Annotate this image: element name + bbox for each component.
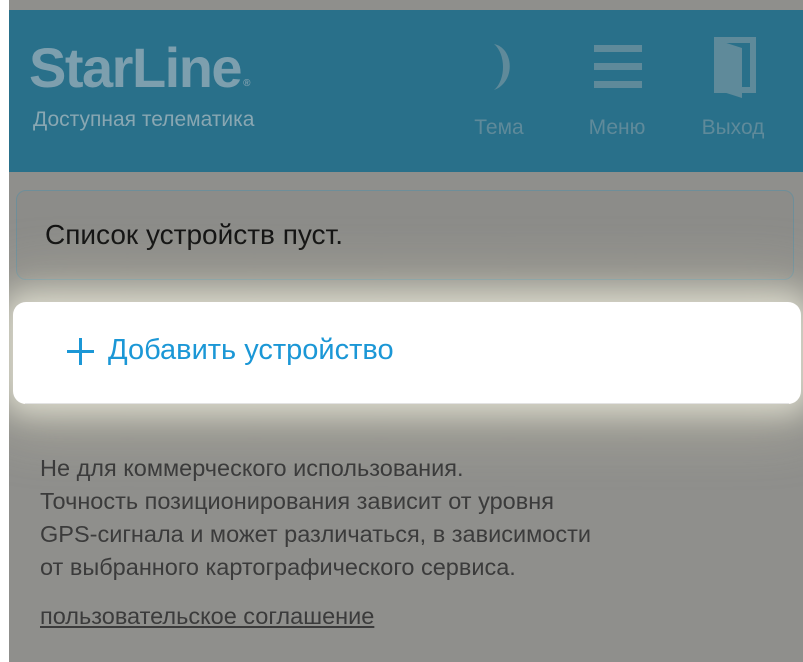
disclaimer-line: от выбранного картографического сервиса.	[40, 554, 516, 580]
exit-label: Выход	[701, 116, 765, 139]
registered-mark: ®	[243, 78, 250, 89]
theme-label: Тема	[474, 116, 524, 139]
hamburger-menu-icon	[594, 45, 642, 88]
door-exit-icon	[714, 37, 756, 98]
menu-button[interactable]: Меню	[572, 28, 662, 148]
empty-list-message: Список устройств пуст.	[45, 219, 344, 250]
disclaimer: Не для коммерческого использования. Точн…	[40, 452, 800, 584]
plus-icon	[67, 338, 94, 365]
add-device-label: Добавить устройство	[108, 334, 394, 366]
menu-label: Меню	[588, 116, 646, 139]
disclaimer-line: GPS-сигнала и может различаться, в завис…	[40, 521, 591, 547]
disclaimer-line: Не для коммерческого использования.	[40, 455, 464, 481]
tagline: Доступная телематика	[33, 108, 255, 131]
device-list-empty: Список устройств пуст.	[16, 190, 794, 280]
theme-button[interactable]: Тема	[454, 28, 544, 148]
app-screen: StarLine ® Доступная телематика Тема Меню…	[9, 0, 803, 662]
logo-text: StarLine	[29, 36, 243, 99]
moon-icon	[494, 44, 510, 90]
starline-logo: StarLine ®	[29, 36, 250, 99]
exit-button[interactable]: Выход	[688, 28, 778, 148]
disclaimer-line: Точность позиционирования зависит от уро…	[40, 488, 554, 514]
user-agreement-link[interactable]: пользовательское соглашение	[40, 603, 374, 630]
add-device-button[interactable]: Добавить устройство	[13, 302, 801, 404]
app-header: StarLine ® Доступная телематика Тема Меню…	[9, 10, 803, 172]
